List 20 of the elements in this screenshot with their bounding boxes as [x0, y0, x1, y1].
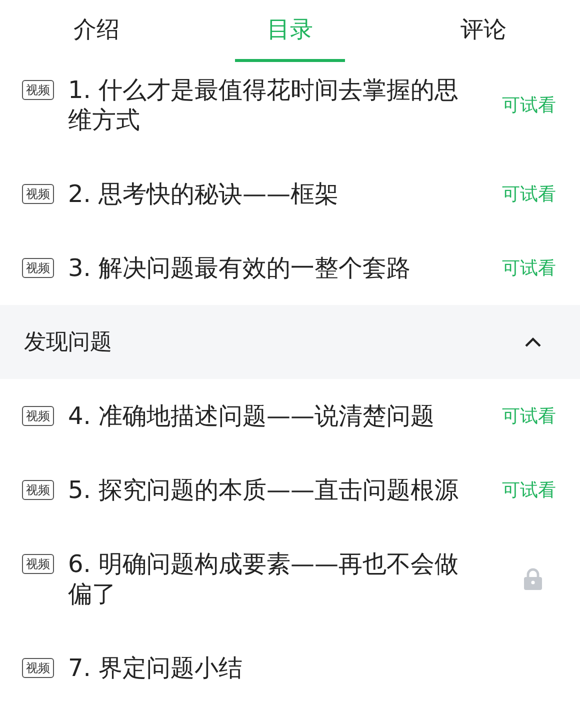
lesson-title[interactable]: 4. 准确地描述问题——说清楚问题	[68, 401, 460, 431]
video-tag: 视频	[22, 406, 54, 426]
chevron-icon[interactable]	[524, 336, 542, 348]
video-tag: 视频	[22, 80, 54, 100]
tab[interactable]: 介绍	[42, 0, 152, 62]
section-header[interactable]: 发现问题	[0, 305, 580, 379]
video-tag: 视频	[22, 184, 54, 204]
section-title: 发现问题	[24, 329, 112, 357]
lesson-title[interactable]: 1. 什么才是最值得花时间去掌握的思维方式	[68, 75, 460, 135]
video-tag: 视频	[22, 658, 54, 678]
tab[interactable]: 评论	[428, 0, 538, 62]
lesson-title[interactable]: 6. 明确问题构成要素——再也不会做偏了	[68, 549, 460, 609]
video-tag: 视频	[22, 258, 54, 278]
lesson-title[interactable]: 2. 思考快的秘诀——框架	[68, 179, 460, 209]
lesson-title[interactable]: 3. 解决问题最有效的一整个套路	[68, 253, 460, 283]
video-tag: 视频	[22, 554, 54, 574]
lesson-title[interactable]: 5. 探究问题的本质——直击问题根源	[68, 475, 460, 505]
video-tag: 视频	[22, 480, 54, 500]
lesson-title[interactable]: 7. 界定问题小结	[68, 653, 460, 683]
lock-icon	[524, 568, 542, 590]
